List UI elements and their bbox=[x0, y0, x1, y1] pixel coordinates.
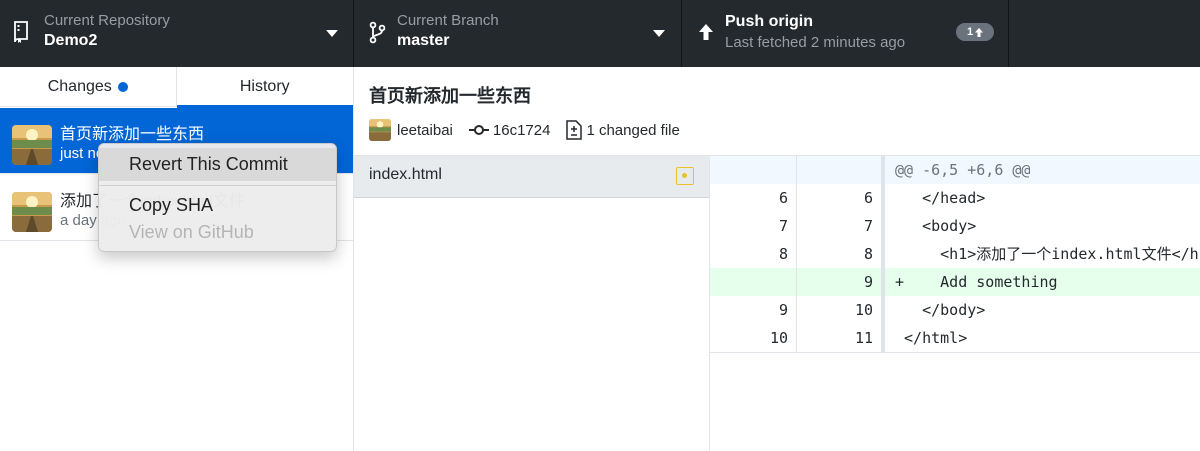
push-title: Push origin bbox=[725, 13, 813, 30]
tab-changes[interactable]: Changes bbox=[0, 67, 177, 107]
repository-selector[interactable]: Current Repository Demo2 bbox=[0, 0, 354, 67]
last-fetched-text: Last fetched 2 minutes ago bbox=[725, 34, 906, 51]
diff-line: 6 6 </head> bbox=[710, 184, 1200, 212]
diff-hunk-header: @@ -6,5 +6,6 @@ bbox=[710, 156, 1200, 184]
new-line-number: 6 bbox=[797, 184, 885, 212]
tab-history[interactable]: History bbox=[176, 67, 354, 108]
branch-selector[interactable]: Current Branch master bbox=[354, 0, 682, 67]
avatar bbox=[369, 119, 391, 141]
file-list-item[interactable]: index.html bbox=[354, 156, 709, 198]
repo-icon bbox=[14, 21, 28, 43]
push-origin-button[interactable]: Push origin Last fetched 2 minutes ago 1 bbox=[682, 0, 1009, 67]
diff-line: 10 11 </html> bbox=[710, 324, 1200, 352]
old-line-number: 9 bbox=[710, 296, 797, 324]
menu-item-copy-sha[interactable]: Copy SHA bbox=[99, 192, 336, 218]
old-line-number: 10 bbox=[710, 324, 797, 352]
new-line-number: 7 bbox=[797, 212, 885, 240]
diff-line-text: <h1>添加了一个index.html文件</h1> bbox=[895, 245, 1200, 263]
repository-label: Current Repository bbox=[44, 12, 170, 29]
avatar bbox=[12, 125, 52, 165]
file-name: index.html bbox=[369, 166, 442, 183]
push-count-badge: 1 bbox=[956, 23, 994, 41]
repository-name: Demo2 bbox=[44, 32, 98, 49]
changed-files-list: index.html bbox=[354, 156, 710, 451]
commit-context-menu: Revert This Commit Copy SHA View on GitH… bbox=[98, 143, 337, 252]
new-line-number: 10 bbox=[797, 296, 885, 324]
branch-name: master bbox=[397, 32, 450, 49]
modified-status-icon bbox=[676, 167, 694, 185]
commit-title: 首页新添加一些东西 bbox=[60, 126, 205, 143]
new-line-number: 11 bbox=[797, 324, 885, 352]
diff-line-added: 9 + Add something bbox=[710, 268, 1200, 296]
sidebar-tabs: Changes History bbox=[0, 67, 354, 108]
changes-indicator-dot bbox=[117, 82, 128, 92]
diff-line-text: </head> bbox=[895, 189, 986, 207]
old-line-number: 6 bbox=[710, 184, 797, 212]
diff-line: 7 7 <body> bbox=[710, 212, 1200, 240]
chevron-down-icon bbox=[653, 30, 665, 37]
arrow-up-icon bbox=[975, 27, 984, 37]
arrow-up-icon bbox=[699, 24, 713, 40]
commit-header: 首页新添加一些东西 leetaibai 16c1724 1 changed fi… bbox=[354, 67, 1200, 156]
commit-author: leetaibai bbox=[397, 121, 453, 139]
branch-icon bbox=[369, 21, 386, 44]
diff-line-text: </html> bbox=[895, 329, 968, 347]
new-line-number: 8 bbox=[797, 240, 885, 268]
diff-line: 8 8 <h1>添加了一个index.html文件</h1> bbox=[710, 240, 1200, 268]
sidebar: Changes History 首页新添加一些东西 just now a day… bbox=[0, 67, 354, 451]
tab-label: Changes bbox=[47, 78, 112, 95]
push-count: 1 bbox=[966, 26, 974, 38]
commit-sha[interactable]: 16c1724 bbox=[493, 122, 551, 139]
menu-item-revert-commit[interactable]: Revert This Commit bbox=[99, 148, 336, 181]
commit-icon bbox=[468, 125, 489, 135]
hunk-header-text: @@ -6,5 +6,6 @@ bbox=[895, 161, 1031, 179]
avatar bbox=[12, 192, 52, 232]
menu-item-view-on-github: View on GitHub bbox=[129, 222, 254, 242]
branch-label: Current Branch bbox=[397, 12, 499, 29]
toolbar: Current Repository Demo2 Current Branch … bbox=[0, 0, 1200, 67]
diff-line-text: + Add something bbox=[885, 268, 1200, 296]
file-diff-icon bbox=[566, 120, 583, 140]
commit-meta: leetaibai 16c1724 1 changed file bbox=[369, 119, 680, 141]
chevron-down-icon bbox=[326, 30, 338, 37]
diff-line: 9 10 </body> bbox=[710, 296, 1200, 324]
diff-line-text: </body> bbox=[895, 301, 986, 319]
new-line-number: 9 bbox=[797, 268, 885, 296]
old-line-number bbox=[710, 268, 797, 296]
commit-detail-pane: 首页新添加一些东西 leetaibai 16c1724 1 changed fi… bbox=[354, 67, 1200, 451]
commit-summary: 首页新添加一些东西 bbox=[369, 86, 531, 106]
menu-separator bbox=[99, 185, 336, 186]
old-line-number: 8 bbox=[710, 240, 797, 268]
old-line-number: 7 bbox=[710, 212, 797, 240]
diff-viewer[interactable]: @@ -6,5 +6,6 @@ 6 6 </head> 7 7 <body> 8… bbox=[710, 156, 1200, 353]
changed-files-count: 1 changed file bbox=[586, 121, 680, 139]
tab-label: History bbox=[239, 78, 290, 95]
diff-line-text: <body> bbox=[895, 217, 977, 235]
